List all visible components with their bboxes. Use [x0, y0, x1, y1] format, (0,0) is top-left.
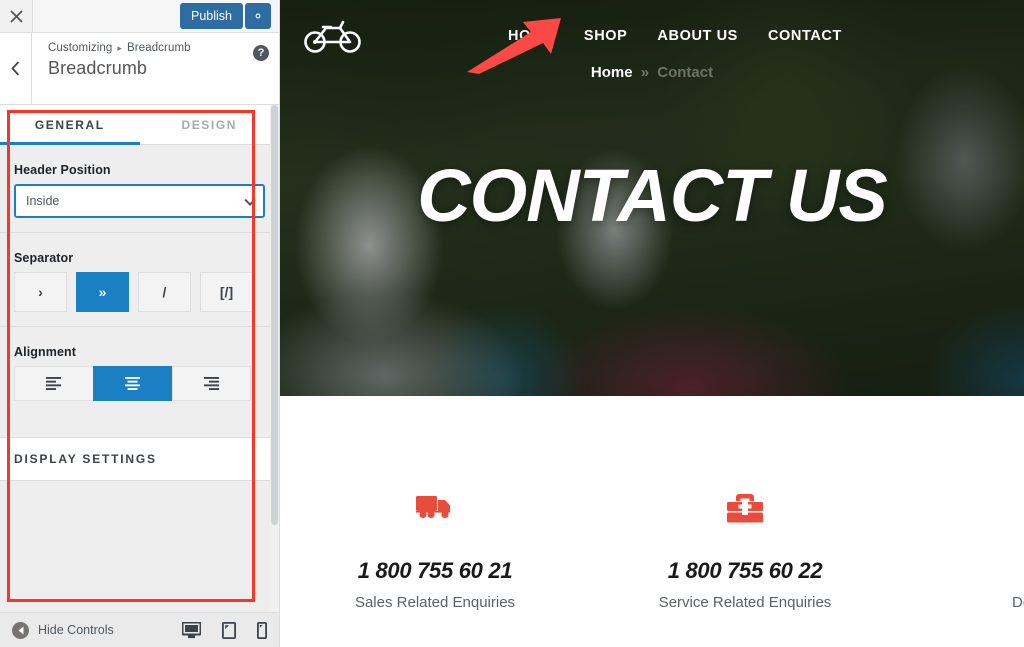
hero-title: CONTACT US	[417, 154, 888, 237]
separator-option-slash[interactable]: /	[138, 272, 191, 312]
customizer-sidebar: Publish Customizing ▸ Breadcrumb Breadcr…	[0, 0, 280, 647]
chevron-left-icon[interactable]	[0, 33, 32, 104]
page-title: Breadcrumb	[48, 58, 148, 78]
display-settings-accordion[interactable]: DISPLAY SETTINGS	[0, 437, 279, 481]
dealership-icon	[900, 486, 1024, 530]
chevron-down-icon	[244, 194, 256, 206]
separator-option-bracket-slash[interactable]: [/]	[200, 272, 253, 312]
gear-icon[interactable]	[245, 3, 271, 29]
breadcrumb-separator-glyph: »	[640, 64, 650, 81]
contact-phone-service[interactable]: 1 800 755 60 22	[590, 558, 900, 584]
desktop-preview-icon[interactable]	[182, 621, 201, 639]
hero-banner: HOME SHOP ABOUT US CONTACT Home » Contac…	[280, 0, 1024, 396]
separator-option-single-chevron[interactable]: ›	[14, 272, 67, 312]
breadcrumb-current-page: Contact	[657, 64, 714, 81]
publish-group: Publish	[180, 0, 279, 32]
nav-link-home[interactable]: HOME	[508, 28, 554, 44]
bicycle-logo[interactable]	[302, 16, 368, 56]
separator-section: Separator › » / [/]	[0, 233, 279, 326]
align-center-icon[interactable]	[93, 366, 172, 401]
header-position-select[interactable]: Inside	[14, 184, 265, 218]
breadcrumb-separator-icon: ▸	[117, 42, 122, 53]
site-preview: HOME SHOP ABOUT US CONTACT Home » Contac…	[280, 0, 1024, 647]
header-position-section: Header Position Inside	[0, 145, 279, 232]
header-position-value: Inside	[26, 194, 60, 208]
breadcrumb-current: Breadcrumb	[127, 42, 191, 54]
contact-caption-sales: Sales Related Enquiries	[354, 594, 516, 611]
contact-phone-dealership[interactable]: 1 800	[900, 558, 1024, 584]
hide-controls-label: Hide Controls	[38, 623, 114, 637]
toolbox-icon	[590, 486, 900, 530]
contact-column-sales: 1 800 755 60 21 Sales Related Enquiries	[280, 486, 590, 611]
help-icon[interactable]: ?	[253, 45, 269, 61]
tab-design[interactable]: DESIGN	[140, 105, 280, 144]
sidebar-scrollbar-track[interactable]	[270, 105, 279, 612]
contact-info-row: 1 800 755 60 21 Sales Related Enquiries …	[280, 396, 1024, 611]
nav-link-contact[interactable]: CONTACT	[768, 28, 842, 44]
breadcrumb-link-home[interactable]: Home	[591, 64, 633, 81]
header-position-label: Header Position	[14, 163, 111, 177]
panel-titles: Customizing ▸ Breadcrumb Breadcrumb	[32, 33, 279, 104]
alignment-label: Alignment	[14, 345, 77, 359]
alignment-section: Alignment	[0, 327, 279, 415]
breadcrumb: Customizing ▸ Breadcrumb	[48, 42, 267, 54]
contact-caption-dealership: Dealership E	[1012, 594, 1024, 611]
separator-button-group: › » / [/]	[14, 272, 265, 312]
close-icon[interactable]	[0, 0, 33, 32]
breadcrumb-root[interactable]: Customizing	[48, 42, 112, 54]
align-right-icon[interactable]	[172, 366, 251, 401]
panel-header: Customizing ▸ Breadcrumb Breadcrumb ?	[0, 33, 279, 105]
customizer-bottombar: Hide Controls	[0, 612, 279, 647]
nav-link-about-us[interactable]: ABOUT US	[657, 28, 738, 44]
customizer-screen: Publish Customizing ▸ Breadcrumb Breadcr…	[0, 0, 1024, 647]
panel-body: GENERAL DESIGN Header Position Inside Se…	[0, 105, 279, 612]
alignment-button-group	[14, 366, 265, 401]
tab-general[interactable]: GENERAL	[0, 105, 140, 145]
alignment-control: Alignment	[14, 327, 265, 415]
nav-links: HOME SHOP ABOUT US CONTACT	[508, 28, 842, 44]
mobile-preview-icon[interactable]	[257, 621, 267, 639]
truck-icon	[280, 486, 590, 530]
separator-control: Separator › » / [/]	[14, 233, 265, 326]
contact-column-dealership: 1 800 Dealership E	[900, 486, 1024, 611]
site-breadcrumb: Home » Contact	[280, 64, 1024, 81]
publish-button[interactable]: Publish	[180, 3, 243, 29]
align-left-icon[interactable]	[14, 366, 93, 401]
separator-label: Separator	[14, 251, 74, 265]
collapse-left-icon	[12, 621, 29, 639]
sidebar-scrollbar-thumb[interactable]	[271, 105, 278, 525]
tablet-preview-icon[interactable]	[222, 621, 236, 639]
site-navigation: HOME SHOP ABOUT US CONTACT	[280, 0, 1024, 58]
hide-controls-button[interactable]: Hide Controls	[12, 621, 114, 639]
customizer-topbar: Publish	[0, 0, 279, 33]
contact-column-service: 1 800 755 60 22 Service Related Enquirie…	[590, 486, 900, 611]
device-preview-group	[182, 621, 267, 639]
contact-phone-sales[interactable]: 1 800 755 60 21	[280, 558, 590, 584]
nav-link-shop[interactable]: SHOP	[584, 28, 628, 44]
settings-tabs: GENERAL DESIGN	[0, 105, 279, 145]
header-position-control: Header Position Inside	[14, 145, 265, 232]
contact-caption-service: Service Related Enquiries	[658, 594, 832, 611]
separator-option-double-chevron[interactable]: »	[76, 272, 129, 312]
